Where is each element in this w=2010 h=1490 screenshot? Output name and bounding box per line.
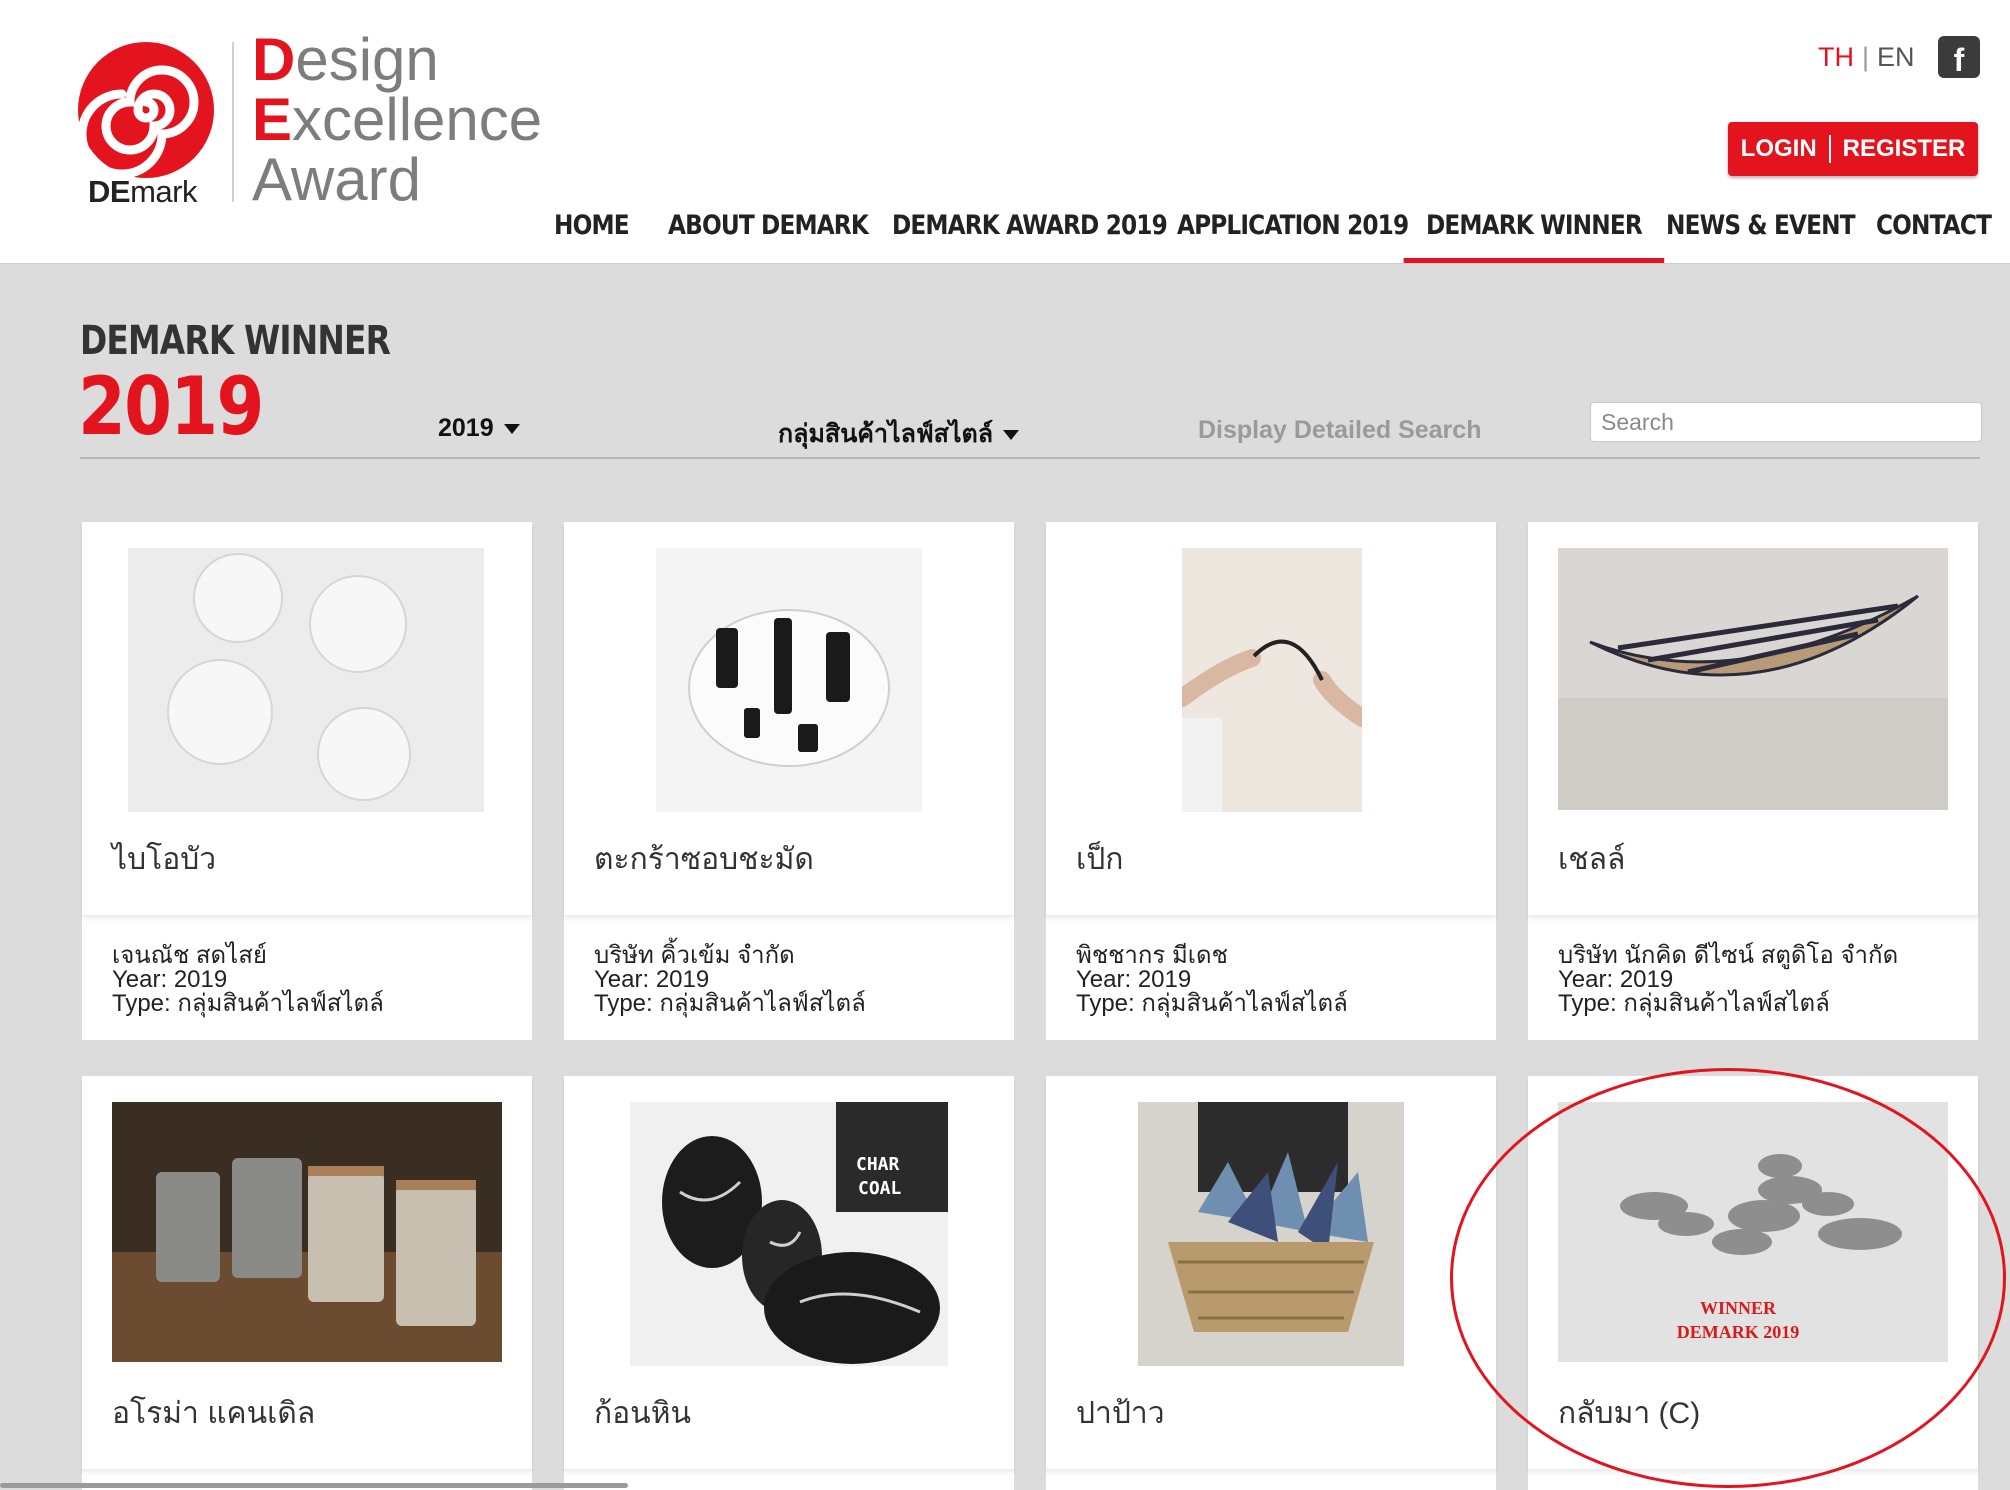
product-info: เจนณัช สดไสย์ Year: 2019 Type: กลุ่มสินค…: [112, 944, 384, 1016]
product-image[interactable]: CHAR COAL: [630, 1102, 948, 1366]
product-name[interactable]: ก้อนหิน: [594, 1390, 691, 1437]
product-image[interactable]: [1138, 1102, 1404, 1366]
scrollbar-thumb[interactable]: [0, 1483, 628, 1488]
category-dropdown[interactable]: กลุ่มสินค้าไลฟ์สไตล์: [778, 414, 1020, 454]
page-year: 2019: [78, 360, 264, 453]
login-register-button[interactable]: LOGIN REGISTER: [1728, 122, 1978, 176]
product-image[interactable]: WINNER DEMARK 2019: [1558, 1102, 1948, 1362]
product-name[interactable]: ตะกร้าซอบชะมัด: [594, 836, 814, 883]
product-year: Year: 2019: [594, 966, 710, 993]
product-image[interactable]: [112, 1102, 502, 1362]
product-card[interactable]: อโรม่า แคนเดิล: [82, 1076, 532, 1490]
product-type: Type: กลุ่มสินค้าไลฟ์สไตล์: [112, 990, 384, 1017]
facebook-icon[interactable]: f: [1938, 36, 1980, 78]
product-card[interactable]: เป็ก พิชชากร มีเดช Year: 2019 Type: กลุ่…: [1046, 522, 1496, 1040]
product-year: Year: 2019: [1076, 966, 1192, 993]
lang-th-link[interactable]: TH: [1818, 42, 1854, 72]
detailed-search-link[interactable]: Display Detailed Search: [1198, 416, 1481, 445]
main-nav: HOME ABOUT DEMARK DEMARK AWARD 2019 APPL…: [0, 210, 2010, 264]
page-title: DEMARK WINNER: [80, 318, 391, 364]
product-card[interactable]: CHAR COAL ก้อนหิน: [564, 1076, 1014, 1490]
lang-en-link[interactable]: EN: [1877, 42, 1915, 72]
login-link[interactable]: LOGIN: [1741, 135, 1817, 163]
product-card[interactable]: เชลล์ บริษัท นักคิด ดีไซน์ สตูดิโอ จำกัด…: [1528, 522, 1978, 1040]
product-card[interactable]: WINNER DEMARK 2019 กลับมา (C): [1528, 1076, 1978, 1490]
winner-overlay-text: WINNER: [1700, 1298, 1777, 1318]
product-maker: บริษัท คิ้วเข้ม จำกัด: [594, 942, 795, 969]
logo-divider: [232, 42, 234, 202]
product-name[interactable]: ไบโอบัว: [112, 836, 216, 883]
product-image[interactable]: [656, 548, 922, 812]
package-label: CHAR: [856, 1154, 900, 1175]
product-info: บริษัท คิ้วเข้ม จำกัด Year: 2019 Type: ก…: [594, 944, 866, 1016]
package-label: COAL: [858, 1178, 902, 1199]
nav-demark-winner[interactable]: DEMARK WINNER: [1403, 210, 1665, 264]
product-name[interactable]: กลับมา (C): [1558, 1390, 1700, 1437]
product-name[interactable]: เป็ก: [1076, 836, 1123, 883]
product-name[interactable]: เชลล์: [1558, 836, 1625, 883]
site-header: DEmark Design Excellence Award TH | EN f L…: [0, 0, 2010, 264]
product-type: Type: กลุ่มสินค้าไลฟ์สไตล์: [1558, 990, 1830, 1017]
nav-application-2019[interactable]: APPLICATION 2019: [1177, 210, 1409, 264]
nav-home[interactable]: HOME: [554, 210, 630, 264]
winner-overlay-text: DEMARK 2019: [1677, 1322, 1800, 1342]
language-switcher: TH | EN: [1818, 42, 1915, 72]
product-name[interactable]: อโรม่า แคนเดิล: [112, 1390, 315, 1437]
nav-contact[interactable]: CONTACT: [1876, 210, 1992, 264]
nav-about-demark[interactable]: ABOUT DEMARK: [668, 210, 869, 264]
product-type: Type: กลุ่มสินค้าไลฟ์สไตล์: [594, 990, 866, 1017]
button-divider: [1828, 135, 1831, 163]
product-info: บริษัท นักคิด ดีไซน์ สตูดิโอ จำกัด Year:…: [1558, 944, 1898, 1016]
demark-logo-icon[interactable]: [78, 42, 214, 178]
product-card[interactable]: ไบโอบัว เจนณัช สดไสย์ Year: 2019 Type: ก…: [82, 522, 532, 1040]
caret-down-icon: [503, 424, 520, 435]
product-year: Year: 2019: [112, 966, 228, 993]
year-dropdown[interactable]: 2019: [438, 414, 520, 443]
product-image[interactable]: [1182, 548, 1362, 812]
product-type: Type: กลุ่มสินค้าไลฟ์สไตล์: [1076, 990, 1348, 1017]
nav-demark-award-2019[interactable]: DEMARK AWARD 2019: [892, 210, 1168, 264]
product-image[interactable]: [128, 548, 484, 812]
product-card[interactable]: ตะกร้าซอบชะมัด บริษัท คิ้วเข้ม จำกัด Yea…: [564, 522, 1014, 1040]
product-maker: บริษัท นักคิด ดีไซน์ สตูดิโอ จำกัด: [1558, 942, 1899, 969]
nav-news-event[interactable]: NEWS & EVENT: [1666, 210, 1856, 264]
product-name[interactable]: ปาป้าว: [1076, 1390, 1165, 1437]
product-info: พิชชากร มีเดช Year: 2019 Type: กลุ่มสินค…: [1076, 944, 1348, 1016]
product-maker: เจนณัช สดไสย์: [112, 942, 267, 969]
search-input[interactable]: [1590, 402, 1982, 442]
product-maker: พิชชากร มีเดช: [1076, 942, 1228, 969]
caret-down-icon: [1003, 430, 1020, 441]
horizontal-scrollbar[interactable]: [0, 1480, 628, 1490]
logo-wordmark: DEmark: [88, 174, 197, 209]
logo-title: Design Excellence Award: [252, 26, 543, 213]
product-year: Year: 2019: [1558, 966, 1674, 993]
filter-divider: [80, 457, 1980, 459]
register-link[interactable]: REGISTER: [1843, 135, 1966, 163]
product-image[interactable]: [1558, 548, 1948, 810]
product-card[interactable]: ปาป้าว: [1046, 1076, 1496, 1490]
